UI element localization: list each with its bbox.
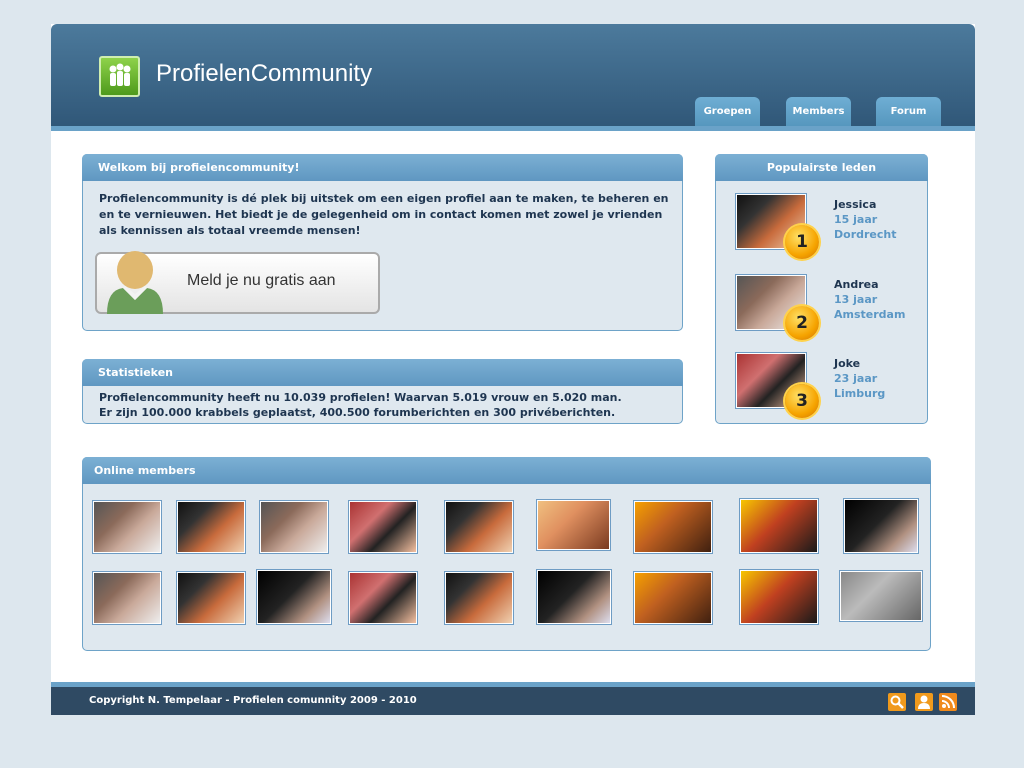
- stats-heading: Statistieken: [82, 359, 683, 386]
- online-member-photo[interactable]: [348, 571, 418, 625]
- online-member-photo[interactable]: [536, 499, 611, 551]
- header-divider: [51, 126, 975, 131]
- member-name[interactable]: Andrea: [834, 278, 879, 291]
- online-member-photo[interactable]: [839, 570, 923, 622]
- online-panel: Online members: [82, 457, 931, 651]
- online-member-photo[interactable]: [92, 500, 162, 554]
- online-member-photo[interactable]: [348, 500, 418, 554]
- online-member-photo[interactable]: [536, 569, 612, 625]
- member-city: Dordrecht: [834, 228, 897, 241]
- rss-icon[interactable]: [939, 693, 957, 711]
- member-city: Limburg: [834, 387, 886, 400]
- online-member-photo[interactable]: [92, 571, 162, 625]
- online-member-photo[interactable]: [633, 500, 713, 554]
- user-avatar-icon: [101, 244, 171, 320]
- copyright-text: Copyright N. Tempelaar - Profielen comun…: [89, 695, 417, 706]
- online-member-photo[interactable]: [444, 500, 514, 554]
- online-member-photo[interactable]: [739, 498, 819, 554]
- member-age: 13 jaar: [834, 293, 878, 306]
- rank-badge: 1: [785, 225, 819, 259]
- rank-badge: 3: [785, 384, 819, 418]
- member-age: 15 jaar: [834, 213, 878, 226]
- rank-badge: 2: [785, 306, 819, 340]
- online-member-photo[interactable]: [176, 500, 246, 554]
- online-member-photo[interactable]: [256, 569, 332, 625]
- popular-heading: Populairste leden: [715, 154, 928, 181]
- online-member-photo[interactable]: [633, 571, 713, 625]
- welcome-line: Profielencommunity is dé plek bij uitste…: [99, 192, 669, 205]
- people-icon[interactable]: [99, 56, 140, 97]
- welcome-line: en te vernieuwen. Het biedt je de gelege…: [99, 208, 663, 221]
- popular-panel: Populairste leden 1 Jessica 15 jaar Dord…: [715, 154, 928, 424]
- member-name[interactable]: Joke: [834, 357, 860, 370]
- signup-button[interactable]: Meld je nu gratis aan: [95, 251, 380, 314]
- online-member-photo[interactable]: [176, 571, 246, 625]
- online-member-photo[interactable]: [843, 498, 919, 554]
- member-age: 23 jaar: [834, 372, 878, 385]
- footer: Copyright N. Tempelaar - Profielen comun…: [51, 682, 975, 715]
- site-title[interactable]: ProfielenCommunity: [156, 60, 372, 88]
- search-icon[interactable]: [888, 693, 906, 711]
- page-container: ProfielenCommunity Groepen Members Forum…: [51, 24, 975, 715]
- online-heading: Online members: [82, 457, 931, 484]
- tab-groepen[interactable]: Groepen: [695, 97, 760, 127]
- stats-line: Profielencommunity heeft nu 10.039 profi…: [99, 391, 622, 404]
- online-member-photo[interactable]: [444, 571, 514, 625]
- online-member-photo[interactable]: [259, 500, 329, 554]
- member-name[interactable]: Jessica: [834, 198, 876, 211]
- tab-members[interactable]: Members: [786, 97, 851, 127]
- stats-panel: Statistieken Profielencommunity heeft nu…: [82, 359, 683, 424]
- welcome-heading: Welkom bij profielencommunity!: [82, 154, 683, 181]
- stats-line: Er zijn 100.000 krabbels geplaatst, 400.…: [99, 406, 616, 419]
- tab-forum[interactable]: Forum: [876, 97, 941, 127]
- member-city: Amsterdam: [834, 308, 906, 321]
- user-icon[interactable]: [915, 693, 933, 711]
- header: ProfielenCommunity Groepen Members Forum: [51, 24, 975, 130]
- online-member-photo[interactable]: [739, 569, 819, 625]
- signup-label: Meld je nu gratis aan: [187, 272, 336, 289]
- welcome-line: als kennissen als totaal vreemde mensen!: [99, 224, 361, 237]
